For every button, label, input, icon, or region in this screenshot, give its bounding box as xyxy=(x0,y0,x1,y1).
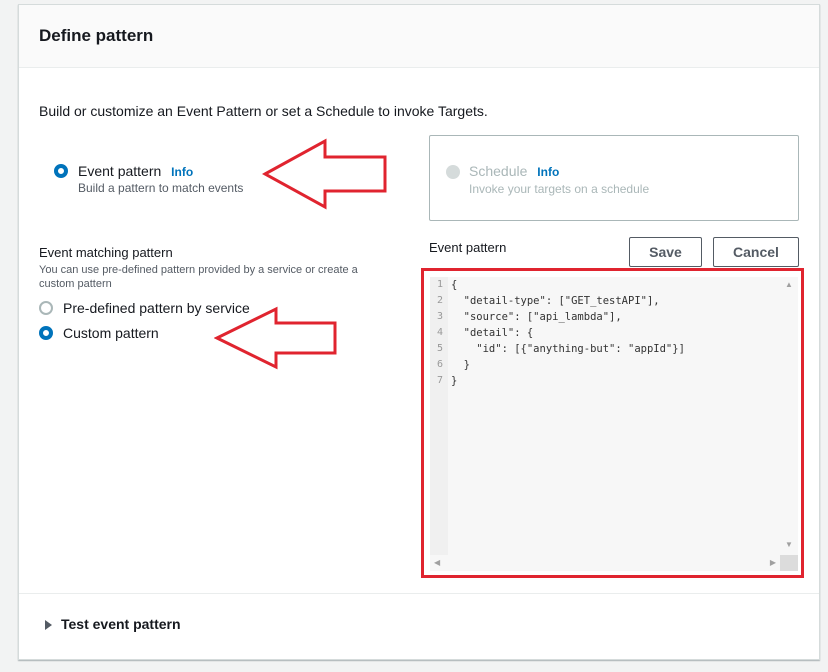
code-line: } xyxy=(451,359,470,371)
event-pattern-radio[interactable] xyxy=(54,164,68,178)
horizontal-scrollbar[interactable]: ◀ ▶ xyxy=(430,555,780,571)
line-number: 7 xyxy=(436,375,443,386)
schedule-option[interactable]: Schedule Info Invoke your targets on a s… xyxy=(429,135,799,221)
line-number: 1 xyxy=(436,279,443,290)
vertical-scrollbar[interactable]: ▲ ▼ xyxy=(780,277,798,555)
cancel-button[interactable]: Cancel xyxy=(713,237,799,267)
test-event-pattern-toggle[interactable]: Test event pattern xyxy=(45,616,181,632)
schedule-description: Invoke your targets on a schedule xyxy=(469,182,650,196)
matching-pattern-description-1: You can use pre-defined pattern provided… xyxy=(39,264,358,276)
line-number: 6 xyxy=(436,359,443,370)
scroll-left-icon[interactable]: ◀ xyxy=(434,559,440,567)
panel-title: Define pattern xyxy=(39,26,154,45)
schedule-label: Schedule xyxy=(469,163,528,179)
code-line: "id": [{"anything-but": "appId"}] xyxy=(451,343,685,355)
code-line: } xyxy=(451,375,458,387)
line-number: 3 xyxy=(436,311,443,322)
code-line: { xyxy=(451,279,458,291)
line-number: 4 xyxy=(436,327,443,338)
schedule-info-link[interactable]: Info xyxy=(537,165,559,179)
line-number-gutter: 1 2 3 4 5 6 7 xyxy=(430,277,448,555)
event-pattern-label: Event pattern xyxy=(78,163,162,179)
event-pattern-label-row: Event pattern Info xyxy=(78,163,193,179)
code-line: "detail": { xyxy=(451,327,534,339)
section-divider xyxy=(19,593,819,594)
code-editor[interactable]: 1 2 3 4 5 6 7 { "detail-type": ["GET_tes… xyxy=(430,277,798,571)
scroll-right-icon[interactable]: ▶ xyxy=(770,559,776,567)
schedule-radio[interactable] xyxy=(446,165,460,179)
scroll-up-icon[interactable]: ▲ xyxy=(785,281,793,289)
custom-pattern-label: Custom pattern xyxy=(63,325,159,341)
scroll-down-icon[interactable]: ▼ xyxy=(785,541,793,549)
code-line: "source": ["api_lambda"], xyxy=(451,311,622,323)
scrollbar-corner xyxy=(780,555,798,571)
left-arrow-icon xyxy=(262,138,387,210)
matching-pattern-description-2: custom pattern xyxy=(39,278,112,290)
line-number: 5 xyxy=(436,343,443,354)
event-pattern-description: Build a pattern to match events xyxy=(78,181,244,195)
test-event-pattern-label: Test event pattern xyxy=(61,616,181,632)
panel-header: Define pattern xyxy=(19,5,819,68)
matching-pattern-title: Event matching pattern xyxy=(39,245,173,260)
event-pattern-editor-label: Event pattern xyxy=(429,240,507,255)
predefined-pattern-radio[interactable] xyxy=(39,301,53,315)
event-pattern-info-link[interactable]: Info xyxy=(171,165,193,179)
left-arrow-icon xyxy=(214,306,337,370)
custom-pattern-radio[interactable] xyxy=(39,326,53,340)
caret-right-icon xyxy=(45,620,52,630)
line-number: 2 xyxy=(436,295,443,306)
save-button[interactable]: Save xyxy=(629,237,702,267)
schedule-label-row: Schedule Info xyxy=(469,163,559,179)
panel-description: Build or customize an Event Pattern or s… xyxy=(39,103,488,119)
code-line: "detail-type": ["GET_testAPI"], xyxy=(451,295,660,307)
